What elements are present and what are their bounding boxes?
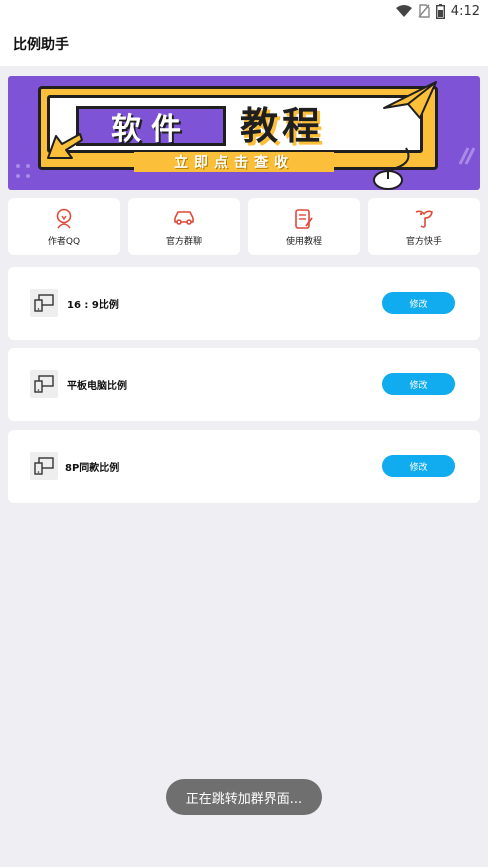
edit-button[interactable]: 修改	[382, 455, 455, 477]
quick-action-author-qq[interactable]: 作者QQ	[8, 198, 120, 255]
quick-action-official-group[interactable]: 官方群聊	[128, 198, 240, 255]
banner-cta: 立即点击查收	[134, 152, 334, 172]
tutorial-banner[interactable]: 软件 教程 立即点击查收	[8, 76, 480, 190]
mouse-icon	[373, 147, 410, 190]
quick-action-label: 官方快手	[405, 237, 442, 247]
ratio-item-8p: 8P同款比例 修改	[8, 430, 480, 503]
paper-plane-icon	[383, 81, 437, 119]
devices-icon	[30, 452, 58, 480]
banner-title-right: 教程	[240, 104, 325, 148]
page-title: 比例助手	[13, 37, 69, 53]
devices-icon	[30, 370, 58, 398]
quick-action-label: 作者QQ	[47, 237, 81, 247]
banner-board-inner: 软件 教程 立即点击查收	[47, 95, 423, 172]
stripes-decoration-icon	[458, 147, 476, 165]
ratio-title: 16 : 9比例	[67, 300, 119, 311]
wifi-icon	[395, 5, 412, 17]
ratio-title: 平板电脑比例	[67, 381, 127, 392]
no-sim-icon	[418, 4, 430, 18]
ratio-item-16-9: 16 : 9比例 修改	[8, 267, 480, 340]
quick-action-label: 官方群聊	[165, 237, 202, 247]
status-time: 4:12	[450, 3, 480, 19]
app-bar: 比例助手	[0, 22, 488, 66]
quick-action-kuaishou[interactable]: 官方快手	[368, 198, 480, 255]
ratio-item-tablet: 平板电脑比例 修改	[8, 348, 480, 421]
status-bar: 4:12	[0, 0, 488, 22]
toast-text: 正在跳转加群界面...	[185, 791, 303, 807]
car-icon	[174, 211, 194, 225]
edit-button[interactable]: 修改	[382, 292, 455, 314]
document-edit-icon	[295, 209, 313, 229]
banner-title-left: 软件	[76, 106, 226, 147]
devices-icon	[30, 289, 58, 317]
edit-button[interactable]: 修改	[382, 373, 455, 395]
user-icon	[56, 208, 72, 229]
ratio-title: 8P同款比例	[65, 463, 120, 474]
toast-message: 正在跳转加群界面...	[166, 779, 322, 815]
quick-action-tutorial[interactable]: 使用教程	[248, 198, 360, 255]
battery-icon	[435, 3, 445, 19]
cursor-arrow-icon	[47, 133, 83, 159]
kuaishou-icon	[415, 210, 433, 228]
quick-action-label: 使用教程	[285, 237, 322, 247]
